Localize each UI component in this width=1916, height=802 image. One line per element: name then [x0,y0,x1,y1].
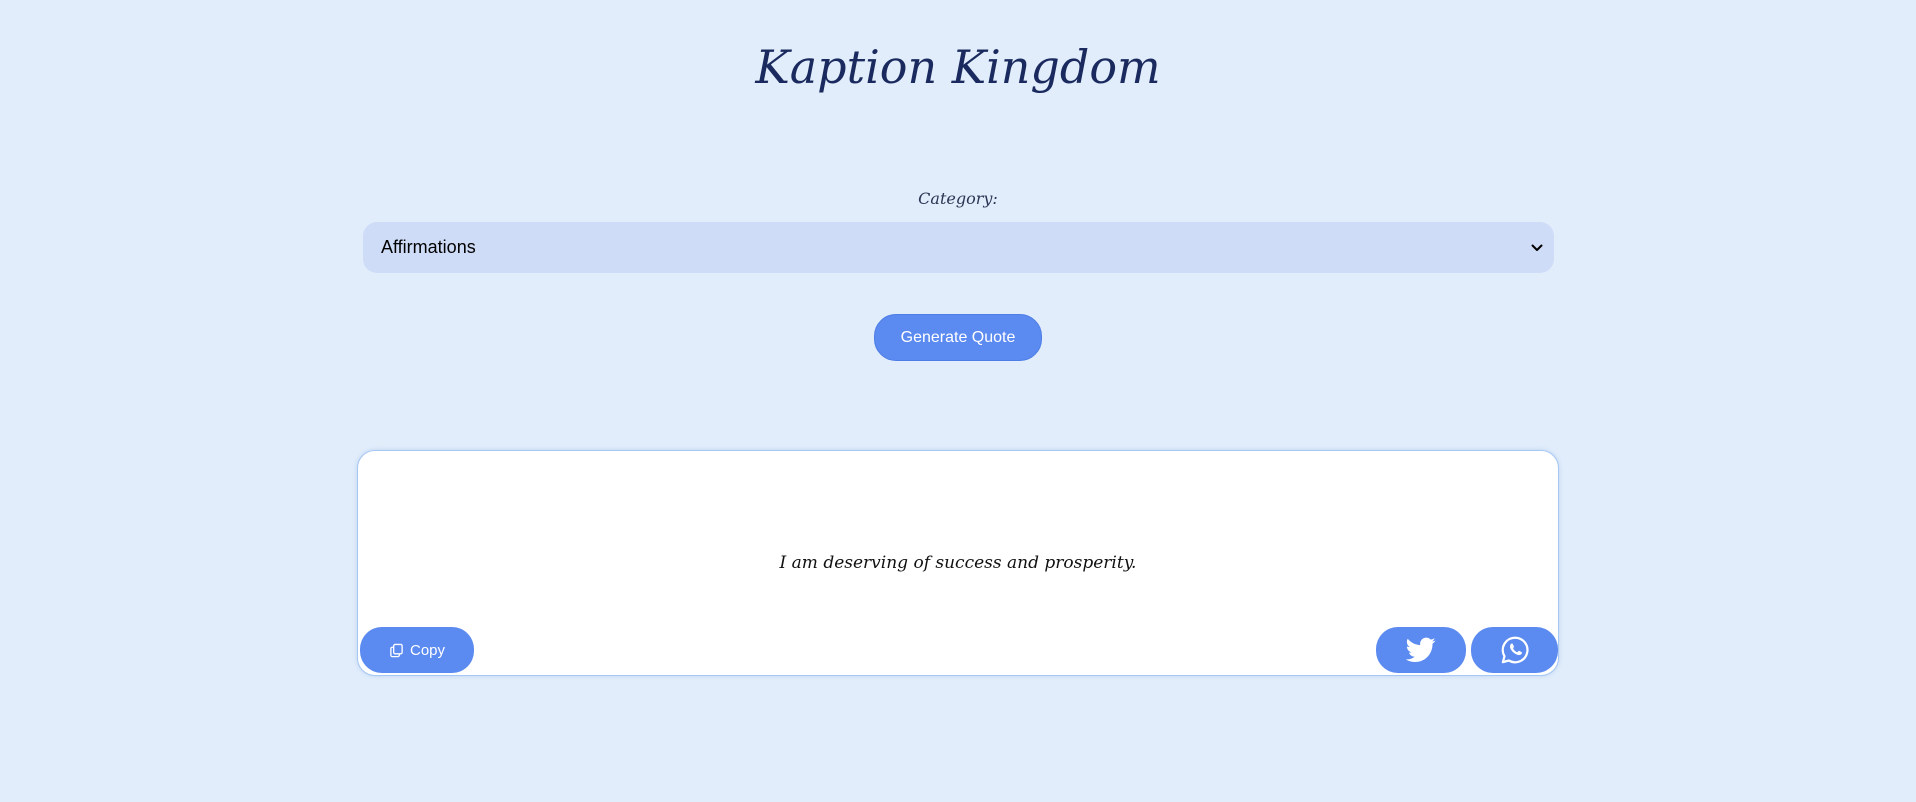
quote-card: I am deserving of success and prosperity… [357,450,1559,676]
category-label: Category: [918,189,998,208]
copy-icon [389,643,404,658]
whatsapp-icon [1500,635,1530,665]
app-title: Kaption Kingdom [755,40,1161,94]
twitter-icon [1406,637,1436,663]
copy-button-label: Copy [409,641,446,659]
share-twitter-button[interactable] [1376,627,1466,673]
copy-button[interactable]: Copy [360,627,474,673]
category-select[interactable]: Affirmations [363,222,1554,273]
chevron-down-icon [1530,241,1544,255]
category-selected-value: Affirmations [381,237,476,257]
share-whatsapp-button[interactable] [1471,627,1558,673]
generate-quote-button[interactable]: Generate Quote [874,314,1042,361]
quote-text: I am deserving of success and prosperity… [779,553,1137,573]
